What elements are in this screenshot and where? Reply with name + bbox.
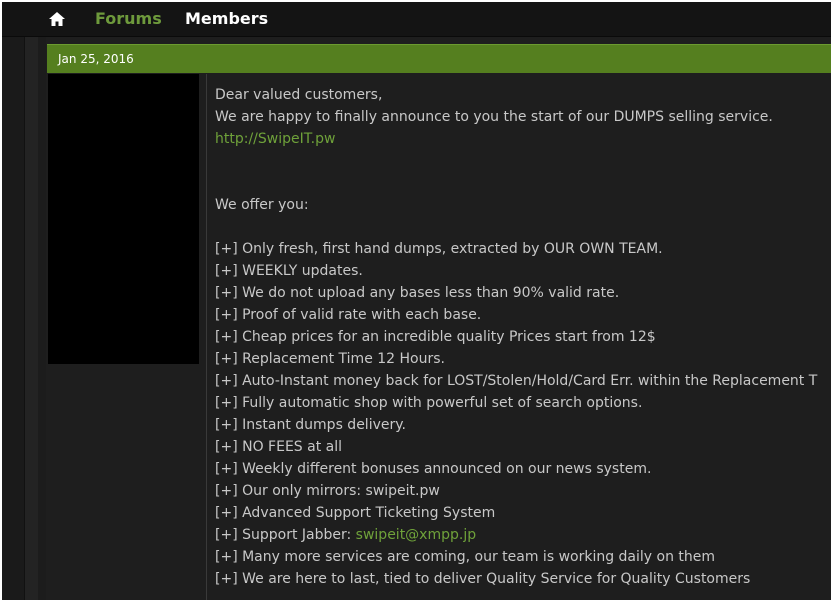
- list-item: [+] NO FEES at all: [215, 439, 343, 455]
- list-item: [+] Advanced Support Ticketing System: [215, 505, 496, 521]
- tab-forums[interactable]: Forums: [95, 8, 162, 30]
- post-date: Jan 25, 2016: [58, 52, 134, 66]
- post-greeting: Dear valued customers,: [215, 87, 383, 103]
- post-date-bar: Jan 25, 2016: [47, 44, 831, 73]
- left-rail-edge: [38, 37, 46, 600]
- list-item: [+] Instant dumps delivery.: [215, 417, 406, 433]
- list-item: [+] Cheap prices for an incredible quali…: [215, 329, 656, 345]
- home-icon[interactable]: [48, 11, 66, 27]
- jabber-link[interactable]: swipeit@xmpp.jp: [356, 527, 476, 543]
- list-item: [+] Fully automatic shop with powerful s…: [215, 395, 643, 411]
- site-link[interactable]: http://SwipeIT.pw: [215, 128, 831, 150]
- offer-list: [+] Only fresh, first hand dumps, extrac…: [215, 238, 831, 524]
- top-nav: Forums Members: [2, 2, 831, 37]
- page-frame: Forums Members Jan 25, 2016 Dear valued …: [2, 2, 831, 600]
- left-rail: [2, 37, 24, 600]
- avatar[interactable]: [48, 74, 199, 364]
- list-item: [+] Many more services are coming, our t…: [215, 549, 716, 565]
- list-item: [+] Weekly different bonuses announced o…: [215, 461, 652, 477]
- list-item: [+] Only fresh, first hand dumps, extrac…: [215, 241, 663, 257]
- tab-members[interactable]: Members: [185, 8, 268, 30]
- jabber-label: [+] Support Jabber:: [215, 527, 356, 543]
- list-item: [+] Our only mirrors: swipeit.pw: [215, 483, 440, 499]
- post-divider: [206, 74, 207, 600]
- list-item: [+] Proof of valid rate with each base.: [215, 307, 482, 323]
- post-body: Dear valued customers, We are happy to f…: [215, 84, 831, 600]
- list-item: [+] Replacement Time 12 Hours.: [215, 351, 445, 367]
- offer-heading: We offer you:: [215, 197, 309, 213]
- list-item: [+] WEEKLY updates.: [215, 263, 363, 279]
- offer-list-tail: [+] Many more services are coming, our t…: [215, 546, 831, 590]
- list-item: [+] We are here to last, tied to deliver…: [215, 571, 751, 587]
- list-item: [+] Support Jabber: swipeit@xmpp.jp: [215, 524, 831, 546]
- post-intro: We are happy to finally announce to you …: [215, 109, 773, 125]
- list-item: [+] We do not upload any bases less than…: [215, 285, 620, 301]
- list-item: [+] Auto-Instant money back for LOST/Sto…: [215, 373, 818, 389]
